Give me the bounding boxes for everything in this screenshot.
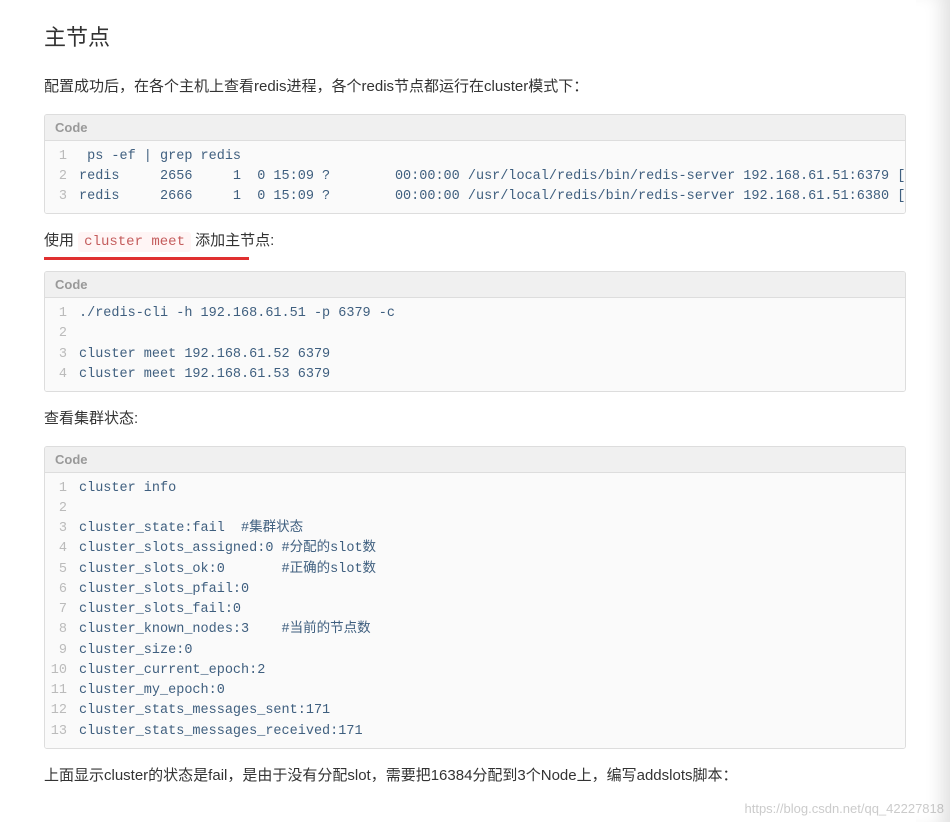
code-area[interactable]: 1./redis-cli -h 192.168.61.51 -p 6379 -c… — [45, 298, 905, 391]
paragraph-fail-explain: 上面显示cluster的状态是fail，是由于没有分配slot，需要把16384… — [44, 763, 906, 789]
code-content[interactable]: 1 ps -ef | grep redis2redis 2656 1 0 15:… — [45, 141, 905, 214]
article-body: 主节点 配置成功后，在各个主机上查看redis进程，各个redis节点都运行在c… — [0, 0, 950, 822]
code-block-ps: Code 1 ps -ef | grep redis2redis 2656 1 … — [44, 114, 906, 215]
paragraph-cluster-status: 查看集群状态: — [44, 406, 906, 432]
paragraph-cluster-meet: 使用 cluster meet 添加主节点: — [44, 228, 906, 255]
code-label: Code — [45, 272, 905, 298]
section-heading: 主节点 — [44, 20, 906, 52]
text-prefix: 使用 — [44, 232, 78, 249]
code-content[interactable]: 1./redis-cli -h 192.168.61.51 -p 6379 -c… — [45, 298, 905, 391]
red-underline-annotation — [44, 257, 249, 260]
code-label: Code — [45, 115, 905, 141]
inline-code-cluster-meet: cluster meet — [78, 232, 191, 252]
code-block-meet: Code 1./redis-cli -h 192.168.61.51 -p 63… — [44, 271, 906, 392]
code-label: Code — [45, 447, 905, 473]
code-area[interactable]: 1cluster info23cluster_state:fail #集群状态4… — [45, 473, 905, 748]
code-block-info: Code 1cluster info23cluster_state:fail #… — [44, 446, 906, 749]
paragraph-intro: 配置成功后，在各个主机上查看redis进程，各个redis节点都运行在clust… — [44, 74, 906, 100]
text-suffix: 添加主节点: — [191, 232, 274, 249]
code-scroll-area[interactable]: 1 ps -ef | grep redis2redis 2656 1 0 15:… — [45, 141, 905, 214]
code-content[interactable]: 1cluster info23cluster_state:fail #集群状态4… — [45, 473, 905, 748]
